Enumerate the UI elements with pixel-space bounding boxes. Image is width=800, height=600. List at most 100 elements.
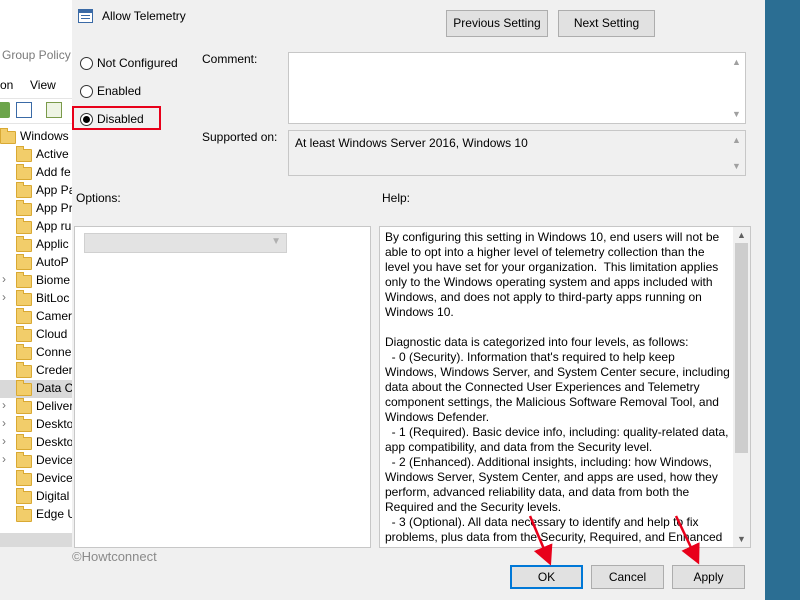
radio-icon[interactable] [80,57,93,70]
telemetry-level-dropdown[interactable]: ▼ [84,233,287,253]
tree-item-label: Biome [36,273,71,287]
folder-icon [16,362,32,378]
policy-setting-dialog: Allow Telemetry Previous Setting Next Se… [72,0,765,600]
supported-scrollbar[interactable]: ▲ ▼ [728,131,745,175]
ok-button[interactable]: OK [510,565,583,589]
gpe-horizontal-scrollbar[interactable] [0,533,72,547]
chevron-right-icon[interactable]: › [2,416,6,430]
chevron-right-icon[interactable]: › [2,434,6,448]
tree-item[interactable]: Creder [0,362,72,380]
help-panel: By configuring this setting in Windows 1… [379,226,751,548]
tree-item[interactable]: Applic [0,236,72,254]
tree-item-label: AutoP [36,255,69,269]
menu-item-action[interactable]: on [0,78,13,92]
tree-item-label: Device [36,453,72,467]
help-scroll-thumb[interactable] [735,243,748,453]
back-icon[interactable] [0,102,10,118]
cancel-button[interactable]: Cancel [591,565,664,589]
folder-icon [16,164,32,180]
tree-item-label: Data C [36,381,72,395]
chevron-right-icon[interactable]: › [2,452,6,466]
folder-icon [16,182,32,198]
radio-label-not-configured: Not Configured [97,56,178,70]
scroll-up-icon[interactable]: ▲ [728,57,745,67]
watermark: ©Howtconnect [72,549,157,564]
tree-item-label: Applic [36,237,69,251]
dropdown-arrow-icon[interactable]: ▼ [271,236,281,247]
tree-item[interactable]: › Device [0,452,72,470]
folder-icon [16,398,32,414]
supported-on-field: At least Windows Server 2016, Windows 10… [288,130,746,176]
scroll-up-icon[interactable]: ▲ [733,230,750,240]
supported-on-label: Supported on: [202,130,278,144]
comment-scrollbar[interactable]: ▲ ▼ [728,53,745,123]
tree-item[interactable]: App Pa [0,182,72,200]
disabled-highlight-box [72,106,161,130]
tree-item-label: Digital [36,489,70,503]
folder-icon [16,434,32,450]
dialog-title: Allow Telemetry [102,9,186,23]
tree-item-label: Add fe [36,165,71,179]
tree-item[interactable]: Conne [0,344,72,362]
folder-icon [16,452,32,468]
folder-icon [16,146,32,162]
export-list-icon[interactable] [46,102,62,118]
tree-item[interactable]: Data C [0,380,72,398]
tree-item-label: BitLoc [36,291,70,305]
tree-item[interactable]: Cloud [0,326,72,344]
tree-item[interactable]: App Pr [0,200,72,218]
scroll-up-icon[interactable]: ▲ [728,135,745,145]
folder-icon [16,308,32,324]
tree-item-label: App Pr [36,201,72,215]
gpe-menu-bar: on View [0,76,72,96]
tree-item[interactable]: App ru [0,218,72,236]
supported-on-value: At least Windows Server 2016, Windows 10 [295,136,528,150]
comment-textarea[interactable]: ▲ ▼ [288,52,746,124]
tree-item-label: Active [36,147,69,161]
help-label: Help: [382,191,411,205]
tree-item-label: App Pa [36,183,72,197]
tree-item[interactable]: › Biome [0,272,72,290]
folder-icon [16,416,32,432]
tree-item[interactable]: Windows [0,128,72,146]
next-setting-button[interactable]: Next Setting [558,10,655,37]
group-policy-editor-window: Group Policy E on View Windows Active Add … [0,0,72,600]
scroll-down-icon[interactable]: ▼ [728,109,745,119]
tree-item[interactable]: › Deliver [0,398,72,416]
comment-label: Comment: [202,52,258,66]
folder-icon [16,254,32,270]
tree-item[interactable]: › Deskto [0,434,72,452]
tree-item-label: Deskto [36,417,72,431]
tree-item[interactable]: › BitLoc [0,290,72,308]
tree-item-label: Device [36,471,72,485]
help-scrollbar[interactable]: ▲ ▼ [733,227,750,547]
scroll-down-icon[interactable]: ▼ [733,534,750,544]
chevron-right-icon[interactable]: › [2,398,6,412]
folder-icon [16,218,32,234]
tree-item[interactable]: Camer [0,308,72,326]
chevron-right-icon[interactable]: › [2,272,6,286]
radio-icon[interactable] [80,85,93,98]
tree-item[interactable]: Add fe [0,164,72,182]
menu-item-view[interactable]: View [30,78,56,92]
properties-icon[interactable] [16,102,32,118]
tree-item-label: Edge U [36,507,72,521]
tree-item[interactable]: › Deskto [0,416,72,434]
options-label: Options: [76,191,121,205]
folder-icon [0,128,16,144]
tree-item[interactable]: Active [0,146,72,164]
apply-button[interactable]: Apply [672,565,745,589]
scroll-down-icon[interactable]: ▼ [728,161,745,171]
tree-item[interactable]: Edge U [0,506,72,524]
folder-icon [16,272,32,288]
folder-icon [16,470,32,486]
chevron-right-icon[interactable]: › [2,290,6,304]
tree-item[interactable]: AutoP [0,254,72,272]
gpe-toolbar [0,98,72,124]
folder-icon [16,506,32,522]
tree-item-label: Camer [36,309,72,323]
dialog-header: Allow Telemetry Previous Setting Next Se… [72,0,765,40]
previous-setting-button[interactable]: Previous Setting [446,10,548,37]
tree-item[interactable]: Digital [0,488,72,506]
tree-item[interactable]: Device [0,470,72,488]
